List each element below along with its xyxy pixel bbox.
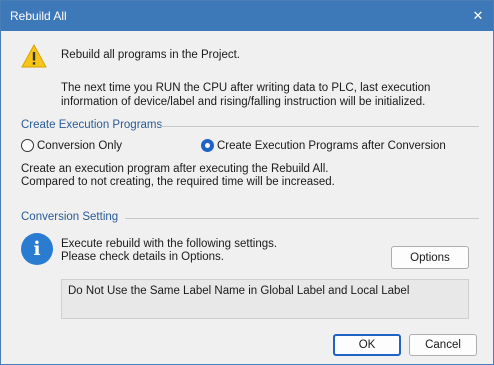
conversion-info-line-2: Please check details in Options. <box>61 251 225 263</box>
cancel-button[interactable]: Cancel <box>409 334 477 356</box>
execution-description-line-1: Create an execution program after execut… <box>21 163 329 175</box>
rebuild-message: Rebuild all programs in the Project. <box>61 49 240 61</box>
title-bar[interactable]: Rebuild All ✕ <box>1 1 493 31</box>
close-icon: ✕ <box>472 8 484 24</box>
radio-label: Conversion Only <box>37 139 123 152</box>
radio-label: Create Execution Programs after Conversi… <box>217 139 446 152</box>
radio-circle[interactable] <box>21 139 34 152</box>
conversion-info-line-1: Execute rebuild with the following setti… <box>61 238 278 250</box>
radio-circle-selected[interactable] <box>201 139 214 152</box>
section-divider <box>161 126 479 127</box>
setting-item: Do Not Use the Same Label Name in Global… <box>68 285 410 297</box>
section-divider <box>125 218 479 219</box>
rebuild-all-dialog: Rebuild All ✕ Rebuild all programs in th… <box>0 0 494 365</box>
conversion-settings-list: Do Not Use the Same Label Name in Global… <box>61 279 469 319</box>
window-title: Rebuild All <box>10 9 67 23</box>
info-icon: i <box>21 233 53 265</box>
section-title-conversion-setting: Conversion Setting <box>21 211 119 223</box>
options-button[interactable]: Options <box>391 246 469 269</box>
initialization-note: The next time you RUN the CPU after writ… <box>61 82 431 108</box>
close-button[interactable]: ✕ <box>463 1 493 31</box>
ok-button[interactable]: OK <box>333 334 401 356</box>
warning-icon <box>21 44 47 68</box>
execution-description-line-2: Compared to not creating, the required t… <box>21 176 335 188</box>
radio-conversion-only[interactable]: Conversion Only <box>21 139 122 152</box>
section-title-create-execution-programs: Create Execution Programs <box>21 119 163 131</box>
radio-create-execution-programs[interactable]: Create Execution Programs after Conversi… <box>201 139 446 152</box>
